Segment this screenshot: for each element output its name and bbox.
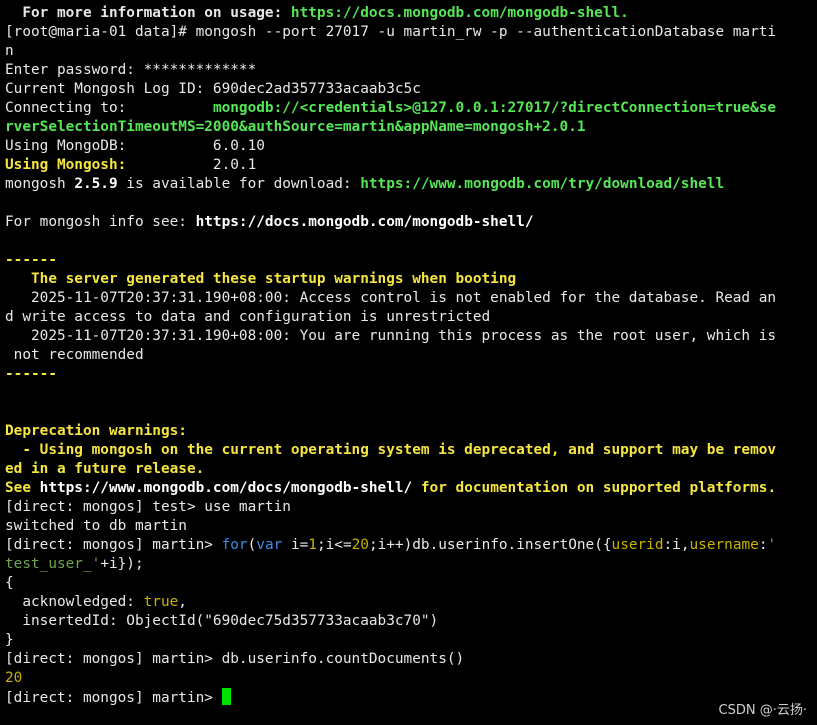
object-key: username	[689, 537, 759, 553]
acknowledged-line: acknowledged: true,	[5, 593, 813, 612]
mongodb-version-line: Using MongoDB: 6.0.10	[5, 137, 813, 156]
insert-loop-command: [direct: mongos] martin> for(var i=1;i<=…	[5, 536, 813, 555]
connection-uri-continued: rverSelectionTimeoutMS=2000&authSource=m…	[5, 119, 586, 135]
boolean-value: true	[143, 594, 179, 610]
code-text: i=	[282, 537, 309, 553]
log-id-line: Current Mongosh Log ID: 690dec2ad357733a…	[5, 81, 421, 97]
number-literal: 20	[351, 537, 369, 553]
string-literal: '	[767, 537, 777, 553]
platforms-text: for documentation on supported platforms…	[412, 480, 777, 496]
code-text: ;i<=	[316, 537, 352, 553]
result-brace: }	[5, 632, 14, 648]
shell-command-line: [root@maria-01 data]# mongosh --port 270…	[5, 24, 777, 40]
mongosh-version-line: Using Mongosh: 2.0.1	[5, 156, 813, 175]
connection-uri: mongodb://<credentials>@127.0.0.1:27017/…	[212, 100, 777, 116]
shell-prompt: [direct: mongos] martin>	[5, 537, 222, 553]
warning-separator: ------	[5, 252, 57, 268]
update-available-line: mongosh 2.5.9 is available for download:…	[5, 175, 813, 194]
result-punct: ,	[178, 594, 187, 610]
mongodb-label: Using MongoDB:	[5, 138, 127, 154]
warning-title: The server generated these startup warni…	[5, 271, 517, 287]
text-cursor[interactable]	[221, 688, 231, 705]
code-text: ;i++)db.userinfo.insertOne({	[368, 537, 612, 553]
code-text: +i});	[100, 556, 144, 572]
deprecation-line: - Using mongosh on the current operating…	[5, 442, 777, 458]
count-result: 20	[5, 670, 23, 686]
use-db-command: [direct: mongos] test> use martin	[5, 499, 291, 515]
terminal-line: For more information on usage: https://d…	[5, 4, 813, 23]
platforms-link: https://www.mongodb.com/docs/mongodb-she…	[39, 480, 413, 496]
info-label: For mongosh info see:	[5, 214, 196, 230]
current-prompt-line[interactable]: [direct: mongos] martin>	[5, 688, 813, 707]
mongosh-label: Using Mongosh:	[5, 157, 127, 173]
switched-db-output: switched to db martin	[5, 518, 187, 534]
connecting-line: Connecting to: mongodb://<credentials>@1…	[5, 99, 813, 118]
insert-loop-continued: test_user_'+i});	[5, 555, 813, 574]
count-command: [direct: mongos] martin> db.userinfo.cou…	[5, 651, 465, 667]
mongosh-version: 2.0.1	[126, 157, 257, 173]
info-link: https://docs.mongodb.com/mongodb-shell/	[195, 214, 534, 230]
code-text: :	[758, 537, 768, 553]
result-brace: {	[5, 575, 14, 591]
password-prompt: Enter password: *************	[5, 62, 257, 78]
code-text: :i,	[663, 537, 690, 553]
usage-info-text: For more information on usage:	[5, 5, 291, 21]
number-literal: 1	[308, 537, 317, 553]
warning-line: d write access to data and configuration…	[5, 309, 491, 325]
docs-link: https://docs.mongodb.com/mongodb-shell.	[290, 5, 629, 21]
inserted-id-line: insertedId: ObjectId("690dec75d357733aca…	[5, 613, 439, 629]
platforms-line: See https://www.mongodb.com/docs/mongodb…	[5, 479, 813, 498]
warning-line: 2025-11-07T20:37:31.190+08:00: Access co…	[5, 290, 777, 306]
deprecation-line: ed in a future release.	[5, 461, 205, 477]
object-key: userid	[611, 537, 664, 553]
shell-prompt: [direct: mongos] martin>	[5, 690, 222, 706]
csdn-watermark: CSDN @·云扬·	[718, 703, 807, 718]
new-version: 2.5.9	[74, 176, 118, 192]
code-text: (	[247, 537, 257, 553]
connecting-label: Connecting to:	[5, 100, 213, 116]
terminal-output[interactable]: For more information on usage: https://d…	[5, 4, 813, 707]
result-key: acknowledged:	[5, 594, 144, 610]
info-line: For mongosh info see: https://docs.mongo…	[5, 213, 813, 232]
deprecation-title: Deprecation warnings:	[5, 423, 187, 439]
warning-line: not recommended	[5, 347, 144, 363]
keyword-var: var	[256, 537, 283, 553]
warning-separator: ------	[5, 366, 57, 382]
keyword-for: for	[221, 537, 248, 553]
update-text: is available for download:	[117, 176, 361, 192]
mongodb-version: 6.0.10	[126, 138, 265, 154]
platforms-text: See	[5, 480, 40, 496]
download-link: https://www.mongodb.com/try/download/she…	[360, 176, 725, 192]
warning-line: 2025-11-07T20:37:31.190+08:00: You are r…	[5, 328, 777, 344]
terminal-line: n	[5, 43, 14, 59]
string-literal: test_user_'	[5, 556, 101, 572]
update-text: mongosh	[5, 176, 75, 192]
